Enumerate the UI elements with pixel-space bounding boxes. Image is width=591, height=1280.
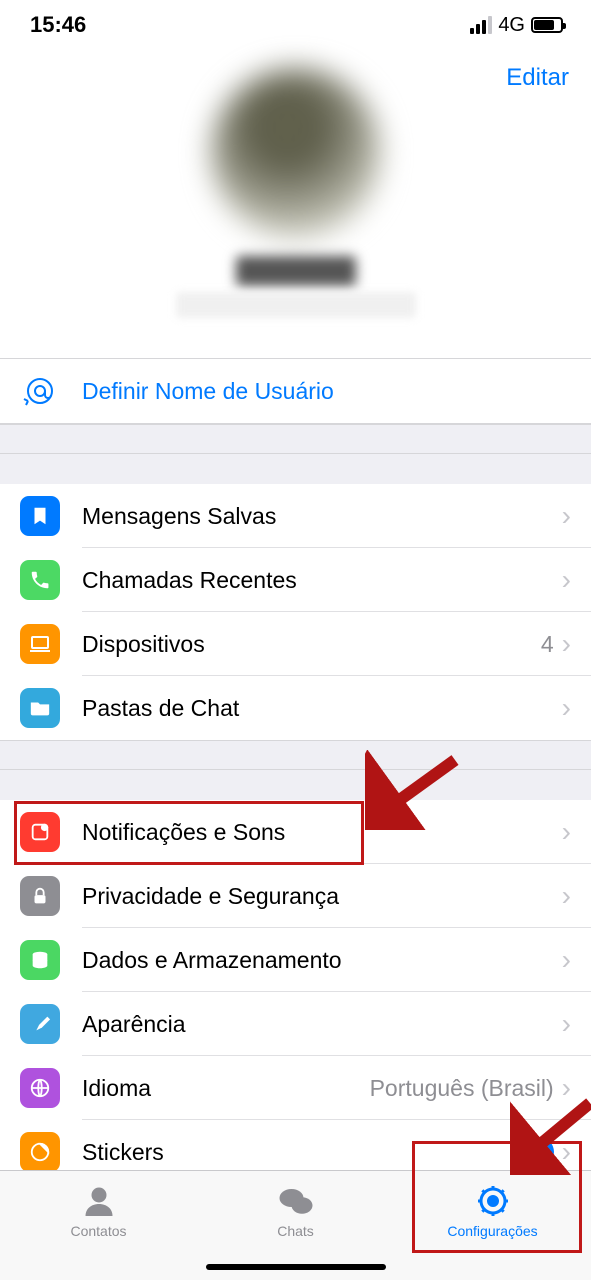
row-label: Stickers — [82, 1139, 524, 1166]
tab-label: Configurações — [447, 1223, 537, 1239]
globe-icon — [20, 1068, 60, 1108]
row-label: Idioma — [82, 1075, 370, 1102]
saved-messages-row[interactable]: Mensagens Salvas › — [0, 484, 591, 548]
language-row[interactable]: Idioma Português (Brasil) › — [0, 1056, 591, 1120]
chevron-right-icon: › — [562, 500, 571, 532]
tab-settings[interactable]: Configurações — [394, 1171, 591, 1280]
tab-label: Chats — [277, 1223, 314, 1239]
chevron-right-icon: › — [562, 564, 571, 596]
bookmark-icon — [20, 496, 60, 536]
row-value: 4 — [541, 631, 554, 658]
row-label: Privacidade e Segurança — [82, 883, 562, 910]
contacts-icon — [81, 1183, 117, 1219]
avatar[interactable] — [211, 68, 381, 238]
chevron-right-icon: › — [562, 1072, 571, 1104]
set-username-row[interactable]: Definir Nome de Usuário — [0, 359, 591, 423]
network-label: 4G — [498, 14, 525, 37]
status-time: 15:46 — [30, 12, 86, 38]
chevron-right-icon: › — [562, 944, 571, 976]
devices-row[interactable]: Dispositivos 4 › — [0, 612, 591, 676]
row-value: Português (Brasil) — [370, 1075, 554, 1102]
tab-label: Contatos — [70, 1223, 126, 1239]
username-section: Definir Nome de Usuário — [0, 358, 591, 424]
notifications-row[interactable]: Notificações e Sons › — [0, 800, 591, 864]
sticker-icon — [20, 1132, 60, 1172]
privacy-security-row[interactable]: Privacidade e Segurança › — [0, 864, 591, 928]
chat-folders-row[interactable]: Pastas de Chat › — [0, 676, 591, 740]
settings-group-1: Mensagens Salvas › Chamadas Recentes › D… — [0, 484, 591, 740]
row-label: Dispositivos — [82, 631, 541, 658]
row-label: Notificações e Sons — [82, 819, 562, 846]
chevron-right-icon: › — [562, 1008, 571, 1040]
data-storage-row[interactable]: Dados e Armazenamento › — [0, 928, 591, 992]
phone-icon — [20, 560, 60, 600]
row-label: Chamadas Recentes — [82, 567, 562, 594]
badge-count: 6 — [524, 1137, 554, 1167]
home-indicator — [206, 1264, 386, 1270]
chevron-right-icon: › — [562, 816, 571, 848]
chevron-right-icon: › — [562, 1136, 571, 1168]
profile-phone — [176, 292, 416, 318]
lock-icon — [20, 876, 60, 916]
at-icon — [20, 371, 60, 411]
brush-icon — [20, 1004, 60, 1044]
battery-icon — [531, 17, 563, 33]
row-label: Pastas de Chat — [82, 695, 562, 722]
gear-icon — [475, 1183, 511, 1219]
status-indicators: 4G — [470, 14, 563, 37]
row-label: Aparência — [82, 1011, 562, 1038]
settings-group-2: Notificações e Sons › Privacidade e Segu… — [0, 800, 591, 1184]
chevron-right-icon: › — [562, 880, 571, 912]
appearance-row[interactable]: Aparência › — [0, 992, 591, 1056]
status-bar: 15:46 4G — [0, 0, 591, 50]
set-username-label: Definir Nome de Usuário — [82, 378, 334, 405]
folder-icon — [20, 688, 60, 728]
profile-header: Editar — [0, 50, 591, 358]
chats-icon — [277, 1183, 315, 1219]
database-icon — [20, 940, 60, 980]
row-label: Dados e Armazenamento — [82, 947, 562, 974]
chevron-right-icon: › — [562, 692, 571, 724]
tab-contacts[interactable]: Contatos — [0, 1171, 197, 1280]
laptop-icon — [20, 624, 60, 664]
edit-button[interactable]: Editar — [506, 64, 569, 92]
chevron-right-icon: › — [562, 628, 571, 660]
row-label: Mensagens Salvas — [82, 503, 562, 530]
signal-icon — [470, 16, 492, 34]
notification-icon — [20, 812, 60, 852]
profile-name — [236, 256, 356, 286]
recent-calls-row[interactable]: Chamadas Recentes › — [0, 548, 591, 612]
